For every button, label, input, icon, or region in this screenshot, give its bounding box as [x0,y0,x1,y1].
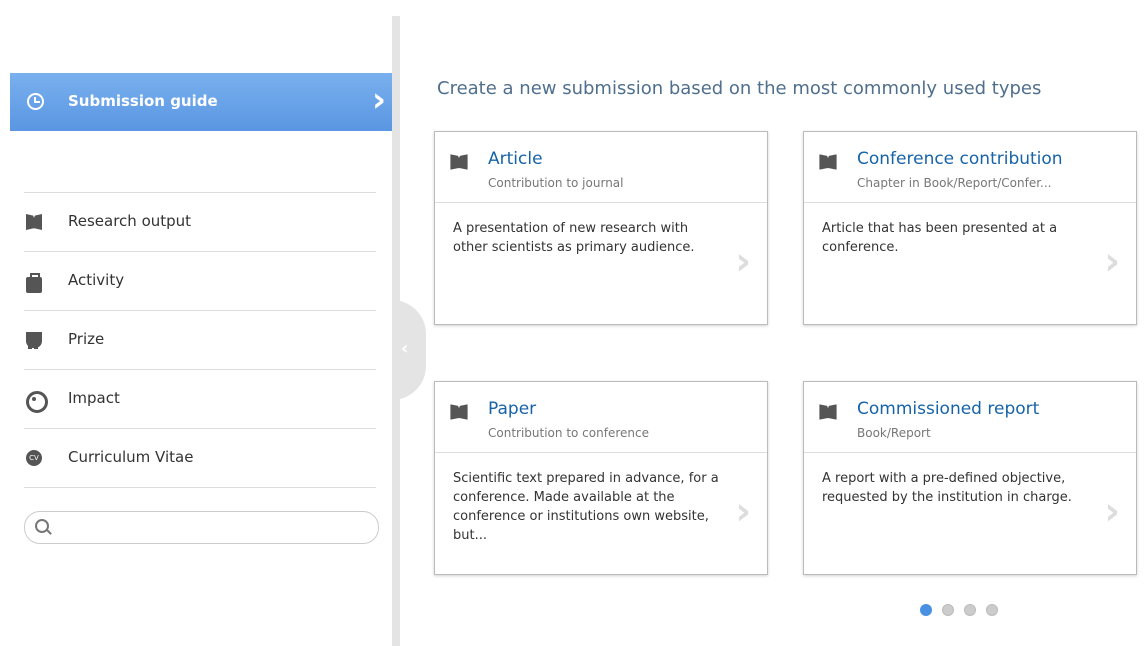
submission-type-card-commissioned-report[interactable]: Commissioned report Book/Report A report… [803,381,1137,575]
sidebar-item-research-output[interactable]: Research output [24,193,376,252]
submission-guide-label: Submission guide [68,92,218,110]
page-dot-4[interactable] [986,604,998,616]
sidebar-item-activity[interactable]: Activity [24,252,376,311]
target-icon [26,391,48,413]
chevron-right-icon[interactable]: › [1104,489,1120,533]
chevron-right-icon[interactable]: › [735,239,751,283]
book-icon [450,154,468,170]
sidebar-item-label: Prize [68,330,105,348]
carousel-pagination [920,604,998,616]
search-icon [35,519,49,533]
page-dot-1[interactable] [920,604,932,616]
chevron-right-icon[interactable]: › [735,489,751,533]
card-subtitle: Contribution to journal [488,176,624,190]
sidebar-item-label: Impact [68,389,120,407]
sidebar-item-label: Activity [68,271,125,289]
submission-type-card-conference-contribution[interactable]: Conference contribution Chapter in Book/… [803,131,1137,325]
book-icon [819,404,837,420]
sidebar-item-curriculum-vitae[interactable]: CV Curriculum Vitae [24,429,376,488]
search-box [24,511,379,544]
chevron-left-icon: ‹ [401,338,409,359]
book-icon [450,404,468,420]
card-description: Article that has been presented at a con… [822,221,1058,255]
book-icon [819,154,837,170]
card-description: A presentation of new research with othe… [453,221,695,255]
card-title[interactable]: Commissioned report [857,399,1039,419]
card-title[interactable]: Paper [488,399,536,419]
page-dot-3[interactable] [964,604,976,616]
submission-type-card-paper[interactable]: Paper Contribution to conference Scienti… [434,381,768,575]
collapse-sidebar-button[interactable]: ‹ [392,300,426,400]
sidebar: Submission guide › Research output Activ… [0,0,394,646]
submission-type-card-article[interactable]: Article Contribution to journal A presen… [434,131,768,325]
search-input[interactable] [55,516,369,540]
card-subtitle: Book/Report [857,426,931,440]
sidebar-item-label: Research output [68,212,192,230]
chevron-right-icon: › [371,80,386,120]
trophy-icon [26,332,42,348]
card-description: Scientific text prepared in advance, for… [453,471,719,543]
book-icon [26,214,42,230]
sidebar-item-impact[interactable]: Impact [24,370,376,429]
card-title[interactable]: Article [488,149,543,169]
card-subtitle: Contribution to conference [488,426,649,440]
page-dot-2[interactable] [942,604,954,616]
page-heading: Create a new submission based on the mos… [437,78,1042,99]
cv-icon: CV [26,450,42,466]
chevron-right-icon[interactable]: › [1104,239,1120,283]
card-subtitle: Chapter in Book/Report/Confer... [857,176,1052,190]
clock-icon [27,93,44,110]
card-title[interactable]: Conference contribution [857,149,1063,169]
sidebar-nav: Research output Activity Prize Impact CV… [24,192,376,488]
card-description: A report with a pre-defined objective, r… [822,471,1072,505]
sidebar-item-label: Curriculum Vitae [68,448,194,466]
submission-guide-button[interactable]: Submission guide › [10,73,394,131]
sidebar-item-prize[interactable]: Prize [24,311,376,370]
briefcase-icon [26,273,42,293]
